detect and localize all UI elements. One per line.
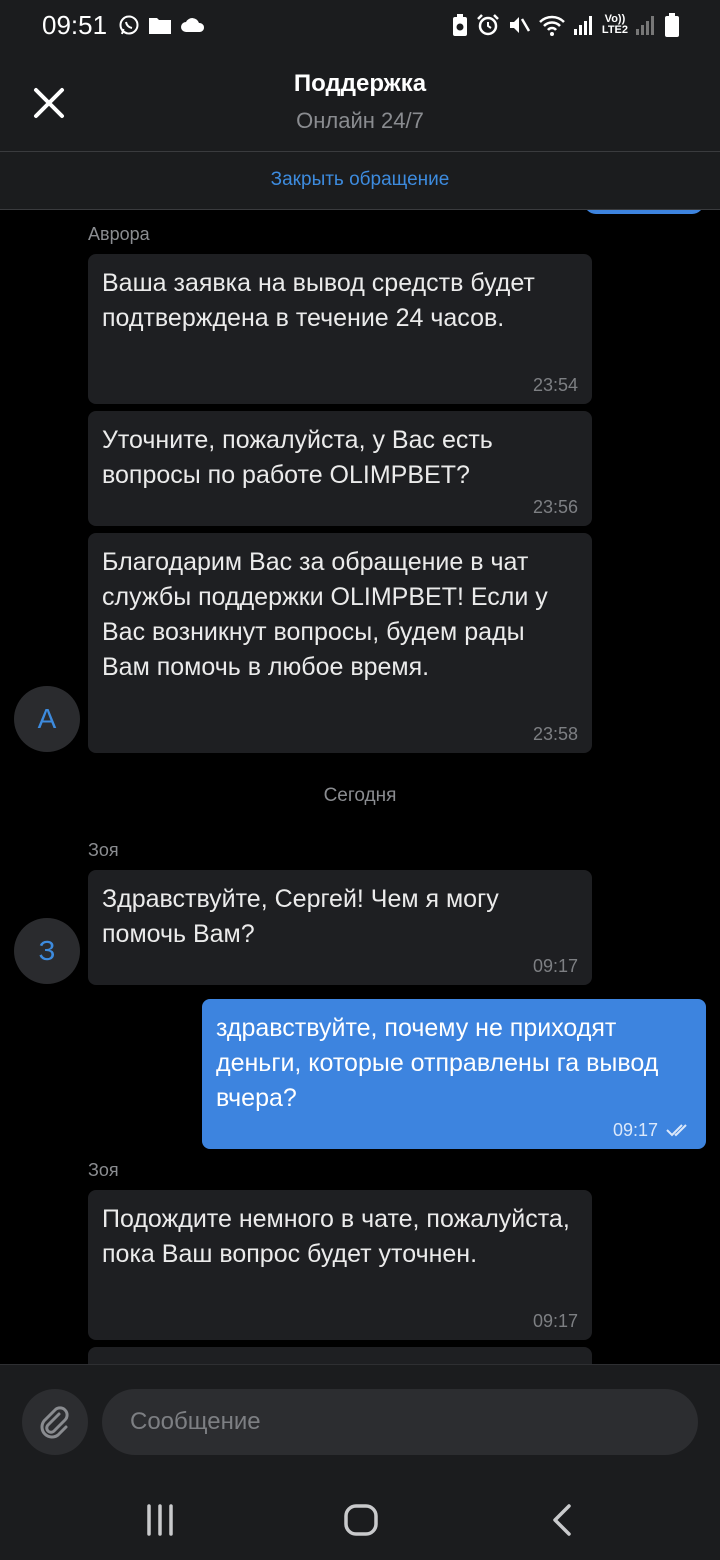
incoming-message[interactable]: Здравствуйте, Сергей! Чем я могу помочь … [88,870,592,985]
volte-icon: Vo)) LTE2 [601,13,628,36]
incoming-message[interactable]: Подождите немного в чате, пожалуйста, по… [88,1190,592,1340]
double-check-icon [666,1124,687,1137]
message-time: 23:54 [532,375,578,395]
message-text: Благодарим Вас за обращение в чат службы… [102,548,548,681]
status-bar: 09:51 Vo)) LTE2 [0,0,720,52]
network-label: LTE2 [601,24,628,36]
folder-icon [149,18,171,34]
mute-icon [509,17,531,33]
sender-name: Аврора [88,224,150,244]
wifi-icon [539,15,565,36]
message-composer [0,1364,720,1480]
page-title: Поддержка [293,70,427,97]
date-separator: Сегодня [323,785,397,806]
outgoing-message[interactable]: здравствуйте, почему не приходят деньги,… [202,999,706,1149]
system-nav-bar [0,1480,720,1560]
message-text: здравствуйте, почему не приходят деньги,… [216,1014,659,1112]
message-text: Уточните, пожалуйста, у Вас есть вопросы… [102,426,493,489]
message-time: 09:17 [612,1120,658,1140]
incoming-message[interactable]: Ваша заявка на вывод средств будет подтв… [88,254,592,404]
message-text: Здравствуйте, Сергей! Чем я могу помочь … [102,885,499,948]
back-icon[interactable] [541,1498,585,1542]
online-status: Онлайн 24/7 [296,108,424,133]
cloud-icon [181,18,205,32]
incoming-message-partial[interactable] [88,1347,592,1364]
message-text: Подождите немного в чате, пожалуйста, по… [102,1205,570,1268]
message-time: 23:58 [532,724,578,744]
close-ticket-button[interactable]: Закрыть обращение [0,169,720,191]
message-time: 09:17 [532,956,578,976]
signal-icon [573,16,592,35]
message-text: Ваша заявка на вывод средств будет подтв… [102,269,535,332]
avatar[interactable]: З [14,918,80,984]
outgoing-message-bubble-partial [584,210,704,214]
sender-name: Зоя [88,1160,119,1180]
paperclip-icon [40,1406,69,1439]
status-left-icons [118,14,206,36]
attach-button[interactable] [22,1389,88,1455]
message-time: 23:56 [532,497,578,517]
chat-header: Поддержка Онлайн 24/7 [0,52,720,152]
recents-icon[interactable] [138,1498,182,1542]
incoming-message[interactable]: Благодарим Вас за обращение в чат службы… [88,533,592,753]
battery-icon [665,13,679,37]
message-input[interactable] [102,1389,698,1455]
status-right-icons: Vo)) LTE2 [451,12,680,38]
close-ticket-bar: Закрыть обращение [0,152,720,210]
signal-2-icon [636,16,654,35]
whatsapp-icon [119,15,139,35]
incoming-message[interactable]: Уточните, пожалуйста, у Вас есть вопросы… [88,411,592,526]
avatar[interactable]: А [14,686,80,752]
message-time: 09:17 [532,1311,578,1331]
sender-name: Зоя [88,840,119,860]
home-icon[interactable] [339,1498,383,1542]
battery-saver-icon [452,14,467,36]
alarm-icon [477,14,499,36]
status-time: 09:51 [42,10,108,40]
chat-history[interactable]: Аврора Ваша заявка на вывод средств буде… [0,210,720,1364]
